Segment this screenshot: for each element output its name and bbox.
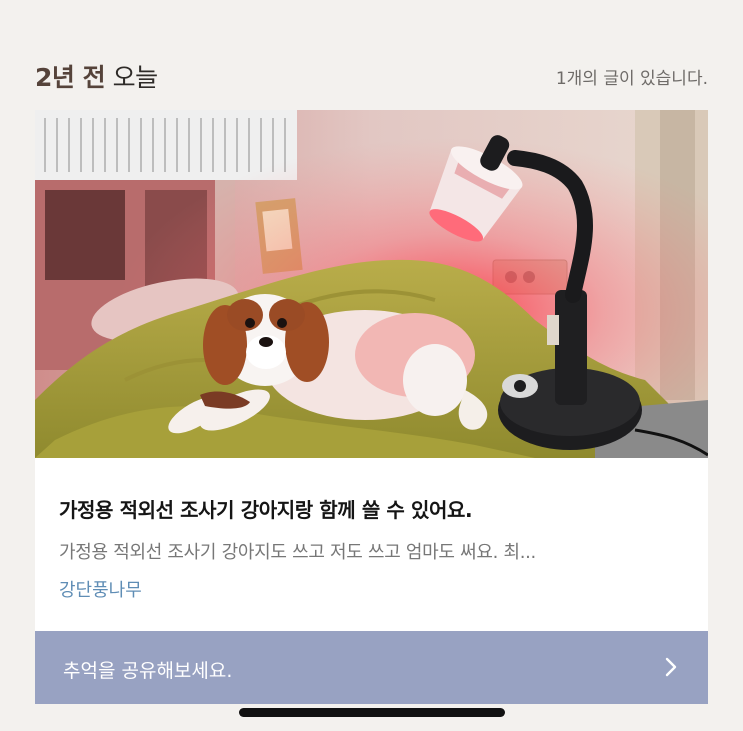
- post-count: 1개의 글이 있습니다.: [555, 69, 708, 89]
- memories-title: 2년 전 오늘: [35, 58, 158, 94]
- chevron-right-icon: [665, 657, 677, 677]
- post-author-link[interactable]: 강단풍나무: [59, 576, 142, 602]
- memory-post-card[interactable]: 가정용 적외선 조사기 강아지랑 함께 쓸 수 있어요. 가정용 적외선 조사기…: [35, 110, 708, 704]
- post-title[interactable]: 가정용 적외선 조사기 강아지랑 함께 쓸 수 있어요.: [59, 494, 689, 523]
- post-excerpt[interactable]: 가정용 적외선 조사기 강아지도 쓰고 저도 쓰고 엄마도 써요. 최...: [59, 538, 679, 564]
- memories-title-today: 오늘: [112, 63, 159, 92]
- memories-header: 2년 전 오늘 1개의 글이 있습니다.: [35, 58, 708, 94]
- share-memory-button[interactable]: 추억을 공유해보세요.: [35, 631, 708, 704]
- home-indicator: [239, 708, 505, 717]
- share-memory-label: 추억을 공유해보세요.: [63, 660, 233, 682]
- post-photo[interactable]: [35, 110, 708, 458]
- memories-title-years: 2년 전: [35, 63, 106, 92]
